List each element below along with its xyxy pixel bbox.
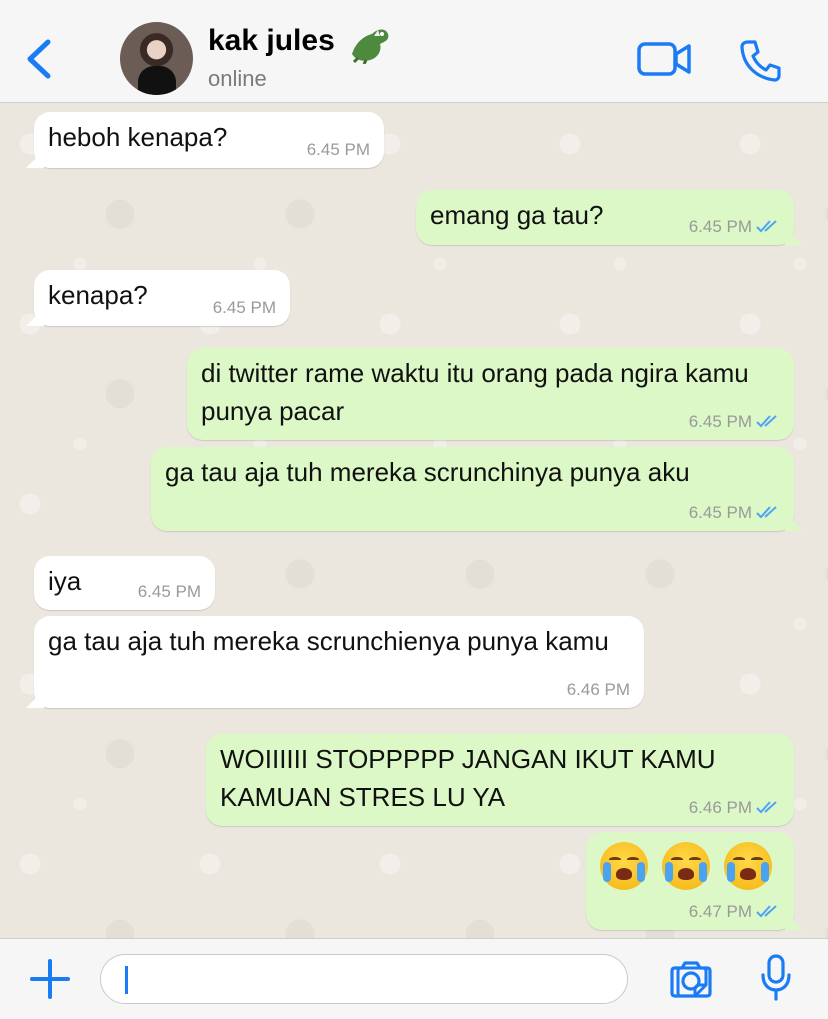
contact-status: online bbox=[208, 66, 267, 91]
message-meta: 6.45 PM bbox=[689, 503, 780, 523]
message-text: kenapa? bbox=[48, 280, 148, 310]
emoji-row bbox=[600, 842, 780, 890]
message-incoming[interactable]: iya 6.45 PM bbox=[34, 556, 215, 610]
message-meta: 6.45 PM bbox=[689, 217, 780, 237]
message-time: 6.45 PM bbox=[688, 503, 752, 522]
double-check-icon bbox=[756, 220, 777, 233]
microphone-icon[interactable] bbox=[758, 953, 794, 1003]
message-text: WOIIIIII STOPPPPP JANGAN IKUT KAMU KAMUA… bbox=[220, 744, 716, 812]
message-time: 6.46 PM bbox=[566, 680, 630, 699]
message-outgoing[interactable]: 6.47 PM bbox=[586, 832, 794, 930]
message-time: 6.45 PM bbox=[306, 140, 370, 159]
double-check-icon bbox=[756, 905, 777, 918]
message-text: iya bbox=[48, 566, 82, 596]
message-outgoing[interactable]: WOIIIIII STOPPPPP JANGAN IKUT KAMU KAMUA… bbox=[206, 734, 794, 826]
loudly-crying-face-icon bbox=[724, 842, 772, 890]
message-time: 6.45 PM bbox=[688, 217, 752, 236]
message-time: 6.45 PM bbox=[137, 582, 201, 601]
double-check-icon bbox=[756, 506, 777, 519]
loudly-crying-face-icon bbox=[662, 842, 710, 890]
video-call-icon[interactable] bbox=[636, 40, 692, 78]
message-meta: 6.45 PM bbox=[689, 412, 780, 432]
message-outgoing[interactable]: emang ga tau? 6.45 PM bbox=[416, 190, 794, 245]
message-meta: 6.46 PM bbox=[689, 798, 780, 818]
message-text: ga tau aja tuh mereka scrunchinya punya … bbox=[165, 457, 690, 487]
phone-call-icon[interactable] bbox=[738, 38, 782, 82]
crocodile-emoji-icon bbox=[352, 29, 389, 64]
message-time: 6.45 PM bbox=[212, 298, 276, 317]
contact-name[interactable]: kak jules bbox=[208, 24, 335, 58]
double-check-icon bbox=[756, 415, 777, 428]
message-meta: 6.47 PM bbox=[689, 902, 780, 922]
message-time: 6.45 PM bbox=[688, 412, 752, 431]
avatar[interactable] bbox=[120, 22, 193, 95]
plus-icon[interactable] bbox=[28, 957, 72, 1001]
chat-header: kak jules online bbox=[0, 0, 828, 103]
chat-area[interactable]: heboh kenapa? 6.45 PM emang ga tau? 6.45… bbox=[0, 104, 828, 938]
loudly-crying-face-icon bbox=[600, 842, 648, 890]
message-text: di twitter rame waktu itu orang pada ngi… bbox=[201, 358, 749, 426]
message-incoming[interactable]: kenapa? 6.45 PM bbox=[34, 270, 290, 326]
message-text: emang ga tau? bbox=[430, 200, 604, 230]
composer-bar bbox=[0, 938, 828, 1019]
message-time: 6.46 PM bbox=[688, 798, 752, 817]
message-incoming[interactable]: heboh kenapa? 6.45 PM bbox=[34, 112, 384, 168]
text-caret bbox=[125, 966, 128, 994]
back-chevron-icon[interactable] bbox=[18, 36, 58, 82]
camera-icon[interactable] bbox=[668, 959, 714, 999]
message-incoming[interactable]: ga tau aja tuh mereka scrunchienya punya… bbox=[34, 616, 644, 708]
message-outgoing[interactable]: ga tau aja tuh mereka scrunchinya punya … bbox=[151, 447, 794, 531]
message-text: heboh kenapa? bbox=[48, 122, 228, 152]
message-outgoing[interactable]: di twitter rame waktu itu orang pada ngi… bbox=[187, 348, 794, 440]
message-text: ga tau aja tuh mereka scrunchienya punya… bbox=[48, 626, 609, 656]
message-time: 6.47 PM bbox=[688, 902, 752, 921]
double-check-icon bbox=[756, 801, 777, 814]
message-input[interactable] bbox=[100, 954, 708, 1004]
